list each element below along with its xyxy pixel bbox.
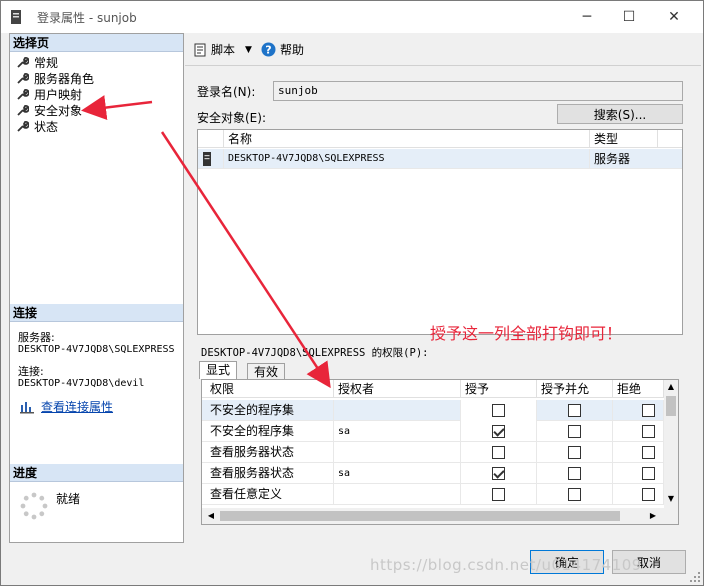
watermark: https://blog.csdn.net/u014174109 [370,556,642,574]
annotation-text: 授予这一列全部打钩即可！ [430,324,623,343]
arrow-to-securables-icon [81,95,153,121]
arrow-to-grantor-column-icon [160,131,331,389]
annotation-arrows [81,95,331,389]
